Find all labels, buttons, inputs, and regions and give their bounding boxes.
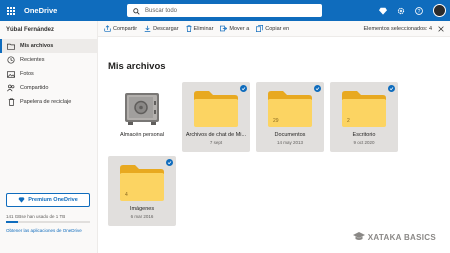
- folder-icon: 4: [119, 164, 165, 202]
- share-label: Compartir: [113, 25, 138, 32]
- sidebar-item-mis-archivos[interactable]: Mis archivos: [0, 39, 97, 53]
- graduation-cap-icon: [352, 232, 365, 243]
- move-icon: [220, 25, 228, 32]
- sidebar-item-papelera[interactable]: Papelera de reciclaje: [0, 95, 97, 109]
- folder-count: 4: [125, 192, 128, 198]
- item-date: 9 oct 2020: [353, 140, 375, 145]
- download-label: Descargar: [153, 25, 179, 32]
- storage-progress-bar: [6, 221, 90, 223]
- clock-icon: [6, 56, 16, 64]
- help-icon[interactable]: ?: [415, 2, 423, 20]
- check-icon[interactable]: [240, 85, 247, 92]
- command-bar: Compartir Descargar Eliminar Mover a Cop…: [98, 21, 450, 37]
- app-title[interactable]: OneDrive: [24, 6, 57, 15]
- tile-folder[interactable]: 4 Imágenes 6 mar 2016: [108, 156, 176, 226]
- search-input[interactable]: Buscar todo: [127, 4, 322, 17]
- move-label: Mover a: [229, 25, 250, 32]
- watermark: XATAKA BASICS: [352, 232, 436, 243]
- item-name: Escritorio: [352, 132, 376, 138]
- folder-count: 2: [347, 118, 350, 124]
- storage-text: 141 GBse han usado de 1 TB: [6, 214, 66, 219]
- copy-icon: [256, 25, 264, 32]
- premium-onedrive-button[interactable]: Premium OneDrive: [6, 193, 90, 207]
- tile-folder[interactable]: 29 Documentos 14 may 2013: [256, 82, 324, 152]
- item-name: Almacén personal: [119, 132, 165, 138]
- delete-label: Eliminar: [193, 25, 214, 32]
- sidebar-item-label: Fotos: [20, 71, 34, 77]
- people-icon: [6, 84, 16, 92]
- folder-icon: 29: [267, 90, 313, 128]
- check-icon[interactable]: [166, 159, 173, 166]
- copy-label: Copiar en: [265, 25, 290, 32]
- sidebar-item-fotos[interactable]: Fotos: [0, 67, 97, 81]
- sidebar-item-label: Recientes: [20, 57, 45, 63]
- delete-button[interactable]: Eliminar: [186, 25, 214, 32]
- selected-count: Elementos seleccionados: 4: [363, 25, 432, 32]
- close-icon[interactable]: [438, 25, 444, 32]
- item-date: 6 mar 2016: [130, 214, 154, 219]
- share-button[interactable]: Compartir: [104, 25, 137, 32]
- check-icon[interactable]: [314, 85, 321, 92]
- watermark-text: XATAKA BASICS: [367, 233, 436, 242]
- folder-icon: [193, 90, 239, 128]
- trash-icon: [6, 98, 16, 106]
- diamond-icon: [18, 197, 25, 203]
- premium-label: Premium OneDrive: [28, 197, 78, 203]
- vault-icon: [124, 92, 160, 131]
- share-icon: [104, 25, 111, 32]
- item-date: 14 may 2013: [276, 140, 304, 145]
- item-date: 7 sept: [209, 140, 223, 145]
- page-title: Mis archivos: [108, 61, 166, 72]
- download-button[interactable]: Descargar: [144, 25, 179, 32]
- tile-folder[interactable]: Archivos de chat de Mi... 7 sept: [182, 82, 250, 152]
- sidebar-item-label: Mis archivos: [20, 43, 54, 49]
- move-to-button[interactable]: Mover a: [220, 25, 249, 32]
- folder-icon: [6, 43, 16, 50]
- folder-icon: 2: [341, 90, 387, 128]
- item-name: Archivos de chat de Mi...: [185, 132, 247, 138]
- svg-text:?: ?: [418, 8, 421, 14]
- avatar[interactable]: [433, 4, 446, 17]
- copy-to-button[interactable]: Copiar en: [256, 25, 289, 32]
- storage-progress-fill: [6, 221, 18, 223]
- sidebar-item-label: Papelera de reciclaje: [20, 99, 72, 105]
- get-apps-link[interactable]: Obtener las aplicaciones de OneDrive: [6, 228, 90, 234]
- premium-diamond-icon[interactable]: [379, 2, 387, 20]
- app-launcher-icon[interactable]: [0, 0, 22, 21]
- tile-folder[interactable]: 2 Escritorio 9 oct 2020: [330, 82, 398, 152]
- sidebar: Yúbal Fernández Mis archivos Recientes F…: [0, 21, 98, 253]
- user-name: Yúbal Fernández: [6, 27, 55, 33]
- folder-count: 29: [273, 118, 279, 124]
- image-icon: [6, 70, 16, 78]
- sidebar-item-recientes[interactable]: Recientes: [0, 53, 97, 67]
- item-name: Documentos: [274, 132, 306, 138]
- tile-almacen-personal[interactable]: Almacén personal: [108, 82, 176, 152]
- top-bar: OneDrive Buscar todo ?: [0, 0, 450, 21]
- search-icon: [133, 2, 140, 20]
- sidebar-item-compartido[interactable]: Compartido: [0, 81, 97, 95]
- sidebar-item-label: Compartido: [20, 85, 49, 91]
- main-content: Mis archivos Almacén personal Archivos d…: [98, 37, 450, 253]
- trash-icon: [186, 25, 192, 32]
- settings-gear-icon[interactable]: [397, 2, 405, 20]
- item-name: Imágenes: [129, 206, 155, 212]
- download-icon: [144, 25, 151, 32]
- search-placeholder: Buscar todo: [145, 7, 178, 14]
- check-icon[interactable]: [388, 85, 395, 92]
